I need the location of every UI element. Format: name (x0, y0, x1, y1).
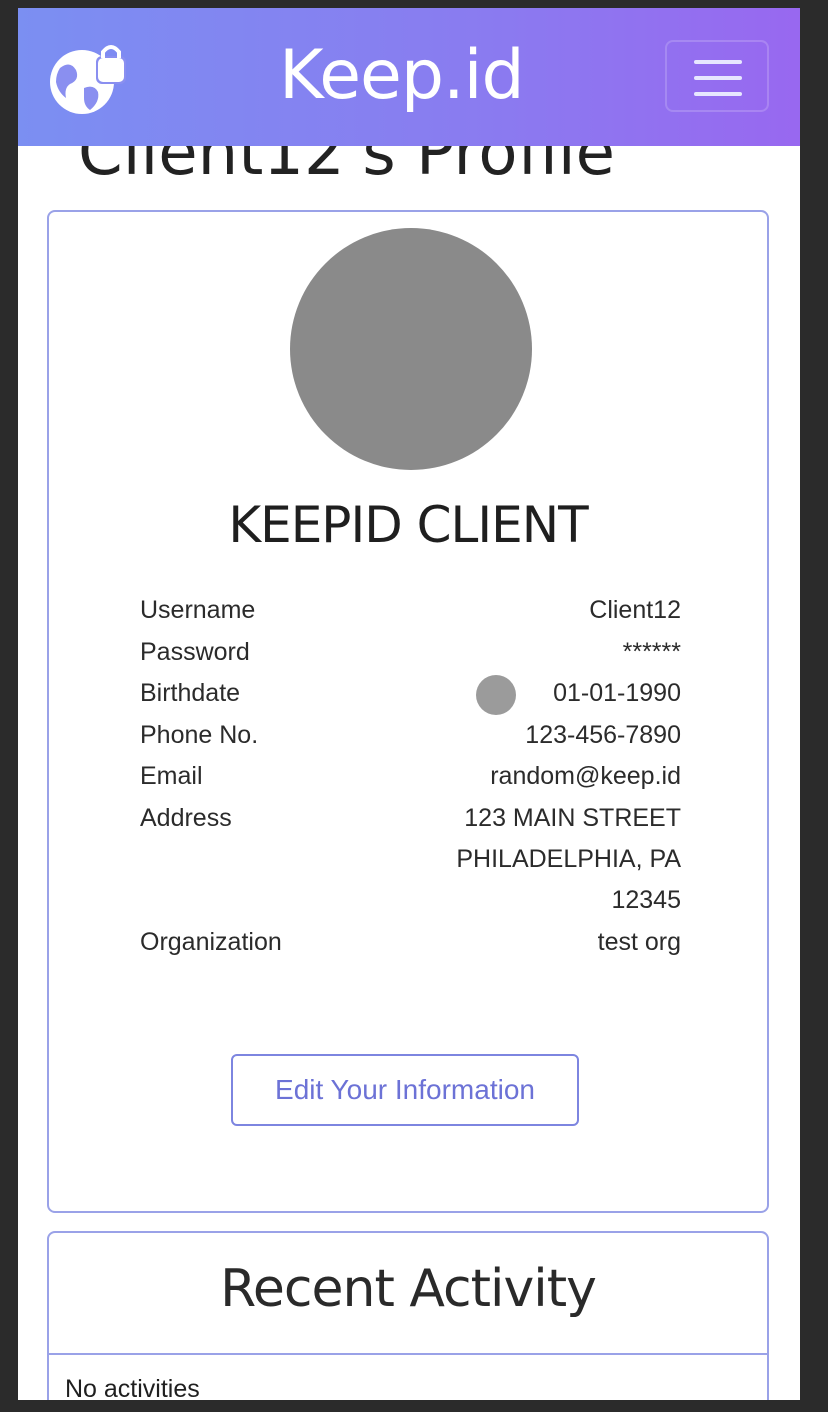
profile-card: KEEPID CLIENT Username Client12 Password… (47, 210, 769, 1213)
birthdate-label: Birthdate (140, 679, 241, 707)
address-label: Address (140, 804, 232, 832)
password-label: Password (140, 638, 250, 666)
hamburger-menu-icon (694, 92, 742, 96)
username-value: Client12 (589, 596, 681, 624)
brand-title[interactable]: Keep.id (279, 36, 525, 116)
hamburger-menu-icon (694, 76, 742, 80)
divider (49, 1353, 767, 1355)
recent-activity-card: Recent Activity No activities (47, 1231, 769, 1400)
password-value: ****** (622, 638, 681, 666)
organization-value: test org (597, 928, 681, 956)
top-navbar: Keep.id (18, 8, 800, 146)
browser-viewport: Client12's Profile Keep.id KEEPID CLIENT… (18, 8, 800, 1400)
address-line-1: 123 MAIN STREET (464, 804, 681, 832)
username-label: Username (140, 596, 256, 624)
edit-information-button[interactable]: Edit Your Information (231, 1054, 579, 1126)
avatar (290, 228, 532, 470)
recent-activity-title: Recent Activity (220, 1259, 597, 1319)
phone-label: Phone No. (140, 721, 259, 749)
globe-lock-icon[interactable] (46, 36, 130, 120)
menu-toggle-button[interactable] (665, 40, 769, 112)
client-name: KEEPID CLIENT (228, 496, 588, 554)
birthdate-indicator-icon (476, 675, 516, 715)
address-line-3: 12345 (611, 886, 681, 914)
birthdate-value: 01-01-1990 (553, 679, 681, 707)
organization-label: Organization (140, 928, 282, 956)
email-label: Email (140, 762, 203, 790)
empty-activity-text: No activities (65, 1375, 200, 1400)
hamburger-menu-icon (694, 60, 742, 64)
email-value: random@keep.id (490, 762, 681, 790)
address-line-2: PHILADELPHIA, PA (456, 845, 681, 873)
phone-value: 123-456-7890 (525, 721, 681, 749)
